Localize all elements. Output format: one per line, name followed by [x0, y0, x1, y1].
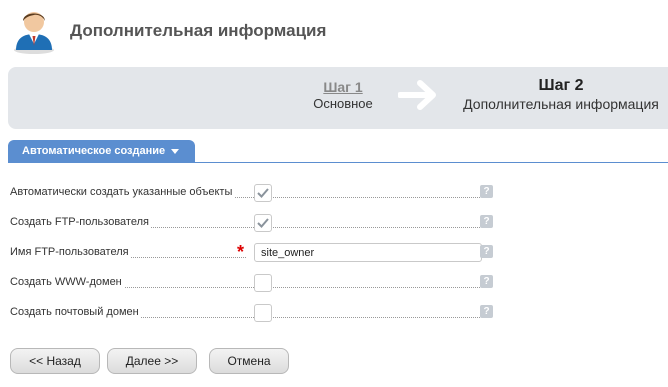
required-marker: * [237, 242, 245, 262]
arrow-right-icon [398, 80, 436, 110]
step-1[interactable]: Шаг 1 Основное [308, 79, 378, 111]
chevron-down-icon [171, 148, 180, 154]
help-icon[interactable]: ? [480, 275, 493, 288]
auto-create-checkbox[interactable] [254, 184, 272, 202]
help-icon[interactable]: ? [480, 215, 493, 228]
step-2-name: Дополнительная информация [463, 96, 659, 112]
wizard-steps: Шаг 1 Основное Шаг 2 Дополнительная инфо… [8, 67, 668, 129]
checkmark-icon [257, 218, 269, 228]
help-icon[interactable]: ? [480, 245, 493, 258]
checkmark-icon [257, 188, 269, 198]
step-1-name: Основное [313, 96, 373, 111]
tab-label: Автоматическое создание [22, 145, 166, 157]
ftp-user-label: Создать FTP-пользователя [10, 216, 151, 228]
next-button[interactable]: Далее >> [107, 348, 197, 374]
tab-divider [8, 162, 668, 163]
step-2-number: Шаг 2 [538, 77, 584, 94]
step-1-number[interactable]: Шаг 1 [308, 79, 378, 95]
www-domain-label: Создать WWW-домен [10, 276, 124, 288]
row-ftp-user: Создать FTP-пользователя ? [10, 212, 500, 234]
mail-domain-checkbox[interactable] [254, 304, 272, 322]
help-icon[interactable]: ? [480, 305, 493, 318]
tab-auto-create[interactable]: Автоматическое создание [8, 140, 196, 162]
cancel-button[interactable]: Отмена [209, 348, 289, 374]
user-avatar-icon [14, 12, 54, 54]
auto-create-label: Автоматически создать указанные объекты [10, 186, 235, 198]
ftp-name-label: Имя FTP-пользователя [10, 246, 131, 258]
header: Дополнительная информация [0, 0, 668, 62]
www-domain-checkbox[interactable] [254, 274, 272, 292]
row-ftp-name: Имя FTP-пользователя * ? [10, 242, 500, 264]
row-mail-domain: Создать почтовый домен ? [10, 302, 500, 324]
row-www-domain: Создать WWW-домен ? [10, 272, 500, 294]
mail-domain-label: Создать почтовый домен [10, 306, 141, 318]
row-auto-create: Автоматически создать указанные объекты … [10, 182, 500, 204]
ftp-user-checkbox[interactable] [254, 214, 272, 232]
back-button[interactable]: << Назад [10, 348, 100, 374]
page-title: Дополнительная информация [70, 21, 327, 40]
step-2: Шаг 2 Дополнительная информация [456, 77, 666, 112]
help-icon[interactable]: ? [480, 185, 493, 198]
ftp-name-input[interactable] [254, 243, 482, 262]
